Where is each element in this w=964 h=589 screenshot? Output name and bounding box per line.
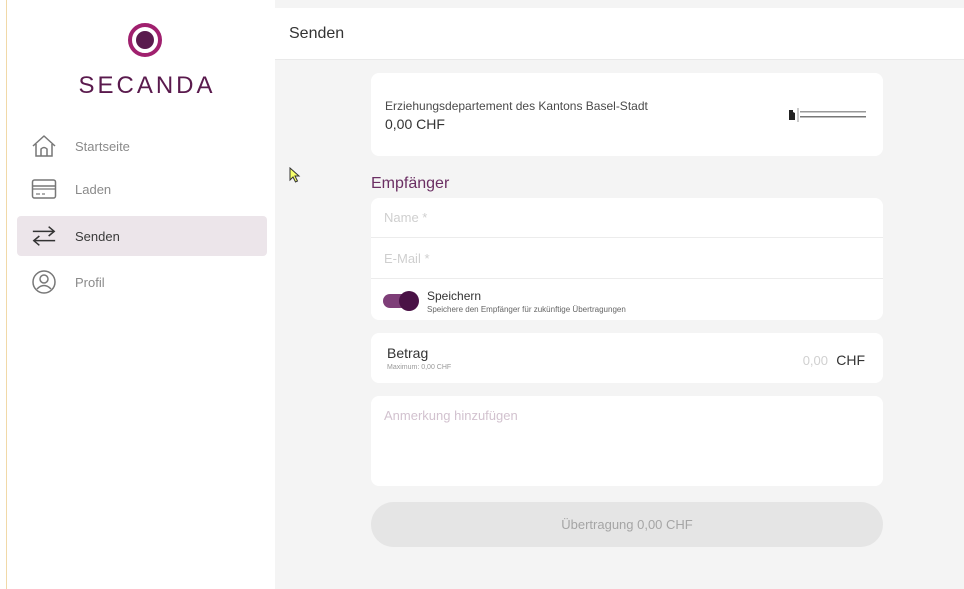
amount-card[interactable]: Betrag Maximum: 0,00 CHF 0,00 CHF — [371, 333, 883, 383]
save-recipient-label: Speichern — [427, 289, 482, 303]
sidebar-item-label: Startseite — [75, 138, 130, 154]
secanda-logo-icon — [127, 22, 163, 58]
account-name: Erziehungsdepartement des Kantons Basel-… — [385, 99, 648, 113]
save-recipient-toggle[interactable] — [383, 291, 419, 311]
sidebar-item-startseite[interactable]: Startseite — [17, 126, 267, 166]
transfer-arrows-icon — [31, 223, 57, 249]
header-bar: Senden — [275, 8, 964, 60]
transfer-submit-button[interactable]: Übertragung 0,00 CHF — [371, 502, 883, 547]
sidebar-item-label: Senden — [75, 228, 120, 244]
sidebar-item-senden[interactable]: Senden — [17, 216, 267, 256]
name-field[interactable] — [371, 198, 883, 238]
sidebar-item-label: Laden — [75, 181, 112, 197]
amount-maximum: Maximum: 0,00 CHF — [387, 364, 452, 371]
basel-stadt-logo-icon — [787, 107, 869, 123]
name-input[interactable] — [371, 198, 883, 237]
account-card[interactable]: Erziehungsdepartement des Kantons Basel-… — [371, 73, 883, 156]
card-icon — [31, 176, 57, 202]
email-field[interactable] — [371, 239, 883, 279]
sidebar-item-label: Profil — [75, 274, 105, 290]
amount-label: Betrag — [387, 345, 429, 361]
amount-currency: CHF — [836, 352, 865, 368]
account-balance: 0,00 CHF — [385, 116, 445, 132]
mouse-cursor-icon — [289, 166, 301, 183]
toggle-knob — [399, 291, 419, 311]
sidebar-item-laden[interactable]: Laden — [17, 169, 267, 209]
recipient-section-title: Empfänger — [371, 175, 450, 192]
recipient-card: Speichern Speichere den Empfänger für zu… — [371, 198, 883, 320]
note-input[interactable] — [371, 396, 883, 486]
note-card — [371, 396, 883, 486]
amount-input[interactable]: 0,00 — [803, 353, 828, 368]
home-icon — [31, 133, 57, 159]
page-title: Senden — [289, 25, 345, 42]
email-input[interactable] — [371, 239, 883, 278]
app-window: SECANDA Startseite Laden Senden Profil S… — [0, 0, 964, 589]
save-recipient-row: Speichern Speichere den Empfänger für zu… — [371, 280, 883, 320]
sidebar: SECANDA Startseite Laden Senden Profil — [7, 0, 275, 589]
save-recipient-description: Speichere den Empfänger für zukünftige Ü… — [427, 305, 626, 314]
user-circle-icon — [31, 269, 57, 295]
brand-name: SECANDA — [78, 72, 216, 99]
sidebar-item-profil[interactable]: Profil — [17, 262, 267, 302]
